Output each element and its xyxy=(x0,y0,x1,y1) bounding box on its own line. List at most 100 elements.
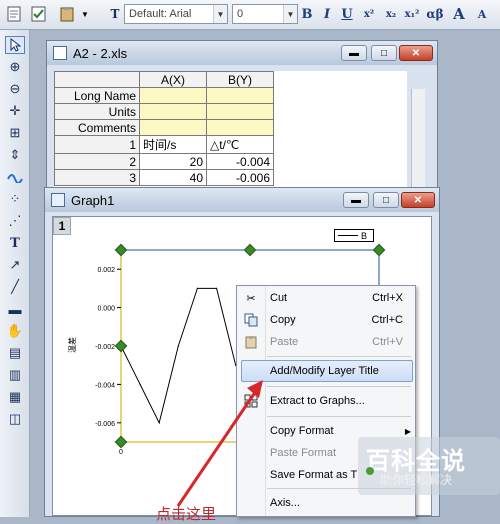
layer-tool-icon[interactable]: ◫ xyxy=(5,410,25,428)
worksheet-grid: A(X) B(Y) Long Name Units Comments 1 时间/… xyxy=(54,71,407,199)
row-header[interactable]: Units xyxy=(54,103,140,120)
top-toolbar: ▼ T Default: Arial ▼ 0 ▼ B I U x² x₂ x₁²… xyxy=(0,0,500,30)
arrow-tool-icon[interactable]: ↗ xyxy=(5,256,25,274)
extract-icon xyxy=(243,393,259,409)
font-name-select[interactable]: Default: Arial ▼ xyxy=(124,4,228,24)
menu-item-add-modify-layer-title[interactable]: Add/Modify Layer Title xyxy=(241,360,413,382)
selection-handle xyxy=(243,243,257,257)
worksheet-scrollbar[interactable] xyxy=(411,89,425,199)
decrease-font-button[interactable]: A xyxy=(474,4,490,24)
row-header[interactable]: 3 xyxy=(54,169,140,186)
underline-button[interactable]: U xyxy=(340,4,354,24)
close-button[interactable]: ✕ xyxy=(399,45,433,61)
page-icon[interactable] xyxy=(4,4,24,24)
data-selector-icon[interactable]: ⇕ xyxy=(5,146,25,164)
menu-shortcut: Ctrl+V xyxy=(372,336,403,348)
mask-points-icon[interactable]: ⁘ xyxy=(5,190,25,208)
draw-data-icon[interactable] xyxy=(5,168,25,186)
table-cell[interactable] xyxy=(139,87,207,104)
font-size-value: 0 xyxy=(237,8,244,20)
zoom-out-icon[interactable]: ⊖ xyxy=(5,80,25,98)
table-cell[interactable]: 时间/s xyxy=(139,135,207,154)
table-cell[interactable] xyxy=(206,119,274,136)
table-cell[interactable]: -0.006 xyxy=(206,169,274,186)
y-tick-label: 0.000 xyxy=(97,306,115,313)
scissors-icon: ✂ xyxy=(246,292,256,305)
table-cell[interactable]: △t/℃ xyxy=(206,135,274,154)
menu-item-axis[interactable]: Axis... xyxy=(237,492,415,514)
font-size-select[interactable]: 0 ▼ xyxy=(232,4,298,24)
screen-reader-icon[interactable]: ✛ xyxy=(5,102,25,120)
row-header[interactable]: 2 xyxy=(54,153,140,170)
menu-label: Add/Modify Layer Title xyxy=(270,365,379,377)
close-button[interactable]: ✕ xyxy=(401,192,435,208)
bold-button[interactable]: B xyxy=(300,4,314,24)
table-cell[interactable] xyxy=(206,87,274,104)
row-header[interactable]: Long Name xyxy=(54,87,140,104)
menu-label: Copy Format xyxy=(270,425,334,437)
table-cell[interactable]: -0.004 xyxy=(206,153,274,170)
menu-label: Save Format as T xyxy=(270,469,358,481)
table-cell[interactable] xyxy=(139,103,207,120)
superscript-button[interactable]: x² xyxy=(360,4,378,24)
menu-item-cut[interactable]: ✂ Cut Ctrl+X xyxy=(237,287,415,309)
greek-button[interactable]: αβ xyxy=(424,4,446,24)
menu-separator xyxy=(267,386,411,387)
column-header[interactable]: A(X) xyxy=(139,71,207,88)
y-tick-label: -0.006 xyxy=(95,421,115,428)
increase-font-button[interactable]: A xyxy=(450,4,468,24)
minimize-button[interactable]: ▬ xyxy=(343,192,369,208)
clipboard-icon[interactable] xyxy=(56,4,78,24)
data-point xyxy=(215,287,218,289)
menu-label: Paste xyxy=(270,336,299,348)
font-name-value: Default: Arial xyxy=(129,8,192,20)
column-header[interactable]: B(Y) xyxy=(206,71,274,88)
menu-item-extract-to-graphs[interactable]: Extract to Graphs... xyxy=(237,390,415,412)
line-tool-icon[interactable]: ╱ xyxy=(5,278,25,296)
watermark-sub: 助你轻松解决 xyxy=(380,473,453,487)
selection-handle xyxy=(114,339,128,353)
row-header[interactable]: 1 xyxy=(54,135,140,154)
maximize-button[interactable]: □ xyxy=(373,192,399,208)
dropdown-arrow-icon[interactable]: ▼ xyxy=(80,4,90,24)
menu-shortcut: Ctrl+X xyxy=(372,292,403,304)
annotation-text: 点击这里 xyxy=(156,505,217,523)
subscript-button[interactable]: x₂ xyxy=(382,4,400,24)
selection-handle xyxy=(114,243,128,257)
table-cell[interactable]: 40 xyxy=(139,169,207,186)
copy-icon xyxy=(243,312,259,328)
selection-handle xyxy=(114,435,128,449)
selection-handle xyxy=(372,243,386,257)
legend-box[interactable]: B xyxy=(334,229,374,242)
text-tool-icon[interactable]: T xyxy=(5,234,25,252)
zoom-in-icon[interactable]: ⊕ xyxy=(5,58,25,76)
table-cell[interactable] xyxy=(139,119,207,136)
data-reader-icon[interactable]: ⊞ xyxy=(5,124,25,142)
italic-button[interactable]: I xyxy=(320,4,334,24)
y-tick-label: -0.004 xyxy=(95,382,115,389)
hand-tool-icon[interactable]: ✋ xyxy=(5,322,25,340)
row-header[interactable]: Comments xyxy=(54,119,140,136)
watermark: 百科全说 助你轻松解决 xyxy=(358,437,500,495)
menu-label: Axis... xyxy=(270,497,300,509)
insert-graph-icon[interactable]: ▤ xyxy=(5,344,25,362)
table-cell[interactable] xyxy=(206,103,274,120)
pointer-tool-icon[interactable] xyxy=(5,36,25,54)
corner-cell[interactable] xyxy=(54,71,140,88)
maximize-button[interactable]: □ xyxy=(371,45,397,61)
menu-separator xyxy=(267,356,411,357)
left-toolbar: ⊕ ⊖ ✛ ⊞ ⇕ ⁘ ⋰ T ↗ ╱ ▬ ✋ ▤ ▥ ▦ ◫ xyxy=(0,30,30,517)
menu-item-paste[interactable]: Paste Ctrl+V xyxy=(237,331,415,353)
table-cell[interactable]: 20 xyxy=(139,153,207,170)
menu-item-copy[interactable]: Copy Ctrl+C xyxy=(237,309,415,331)
insert-chart-icon[interactable]: ▥ xyxy=(5,366,25,384)
rectangle-tool-icon[interactable]: ▬ xyxy=(5,300,25,318)
worksheet-window: A2 - 2.xls ▬ □ ✕ A(X) B(Y) Long Name Uni… xyxy=(46,40,438,200)
minimize-button[interactable]: ▬ xyxy=(341,45,367,61)
chevron-down-icon: ▼ xyxy=(213,5,227,23)
chevron-down-icon: ▼ xyxy=(283,5,297,23)
page-checkmark-icon[interactable] xyxy=(28,4,50,24)
regional-mask-icon[interactable]: ⋰ xyxy=(5,212,25,230)
table-tool-icon[interactable]: ▦ xyxy=(5,388,25,406)
supsub-button[interactable]: x₁² xyxy=(402,4,422,24)
